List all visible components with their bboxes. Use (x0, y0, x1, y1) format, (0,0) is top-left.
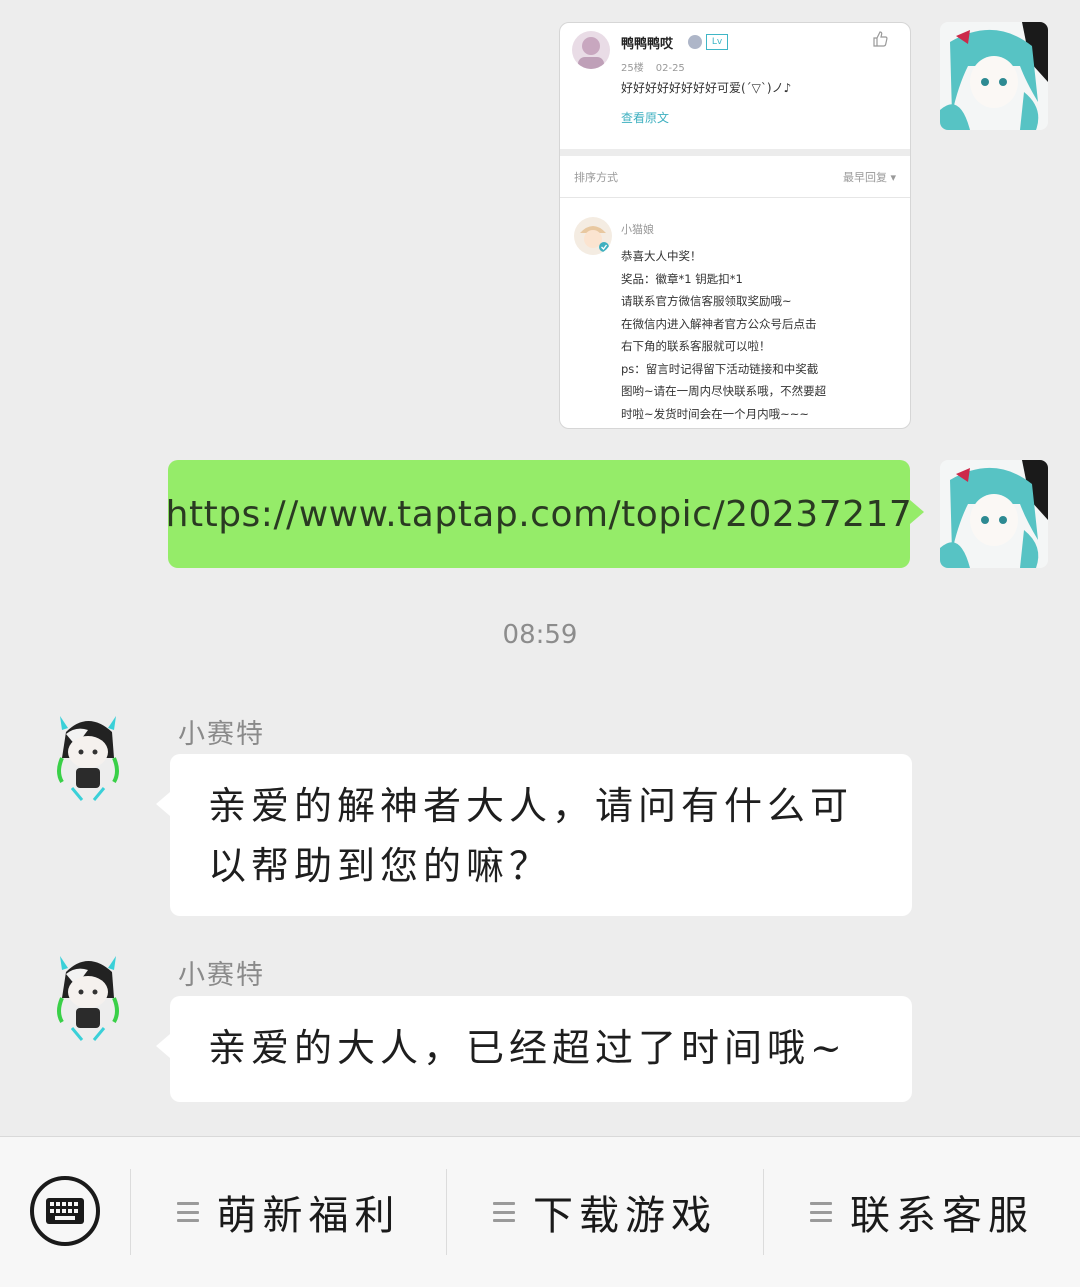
bot-avatar[interactable] (52, 712, 124, 802)
reply-body: 恭喜大人中奖！ 奖品：徽章*1 钥匙扣*1 请联系官方微信客服领取奖励哦~ 在微… (621, 245, 901, 425)
reply-line: 恭喜大人中奖！ (621, 249, 702, 263)
menu-item-newbie-welfare[interactable]: 萌新福利 (131, 1167, 446, 1257)
reply-line: 右下角的联系客服就可以啦！ (621, 339, 771, 353)
comment-text: 好好好好好好好好可爱(´▽`)ノ♪ (621, 81, 792, 95)
shared-screenshot-message[interactable]: 鸭鸭鸭哎 Lv 25楼 02-25 好好好好好好好好可爱(´▽`)ノ♪ 查看原文 … (559, 22, 911, 429)
commenter-name: 鸭鸭鸭哎 (621, 37, 674, 52)
self-avatar[interactable] (940, 22, 1048, 130)
bottom-menu-bar: 萌新福利 下载游戏 联系客服 (0, 1136, 1080, 1287)
self-avatar[interactable] (940, 460, 1048, 568)
reply-line: 时啦~发货时间会在一个月内哦~~~ (621, 406, 810, 421)
bot-avatar[interactable] (52, 952, 124, 1042)
menu-item-label: 下载游戏 (533, 1193, 717, 1239)
sender-name: 小赛特 (178, 960, 265, 991)
comment-meta: 25楼 02-25 (621, 59, 685, 74)
reply-line: ps：留言时记得留下活动链接和中奖截 (621, 361, 819, 376)
link-message-bubble[interactable]: https://www.taptap.com/topic/20237217 (166, 460, 924, 568)
menu-item-contact-support[interactable]: 联系客服 (764, 1167, 1080, 1257)
menu-list-icon (176, 1202, 199, 1222)
keyboard-icon (46, 1198, 84, 1224)
level-badge: Lv (706, 34, 728, 50)
menu-item-label: 联系客服 (850, 1193, 1034, 1239)
view-original-link: 查看原文 (621, 111, 670, 125)
commenter-avatar (572, 31, 610, 69)
keyboard-toggle-button[interactable] (30, 1176, 100, 1246)
menu-list-icon (493, 1202, 515, 1222)
replier-name: 小猫娘 (621, 223, 654, 236)
message-bubble[interactable]: 亲爱的解神者大人，请问有什么可以帮助到您的嘛？ (156, 754, 912, 916)
sort-value: 最早回复 ▾ (842, 171, 896, 184)
sender-name: 小赛特 (178, 719, 265, 750)
menu-item-download-game[interactable]: 下载游戏 (447, 1167, 763, 1257)
thumbs-up-icon (872, 31, 888, 47)
reply-line: 图哟~请在一周内尽快联系哦，不然要超 (621, 384, 827, 398)
reply-line: 请联系官方微信客服领取奖励哦~ (621, 294, 792, 308)
message-timestamp: 08:59 (502, 620, 578, 650)
menu-list-icon (810, 1202, 832, 1222)
reply-line: 在微信内进入解神者官方公众号后点击 (621, 316, 817, 331)
sort-label: 排序方式 (574, 171, 618, 184)
comment-date: 02-25 (655, 63, 685, 74)
replier-avatar (574, 217, 612, 255)
user-badge-icon (688, 35, 702, 49)
floor-number: 25楼 (621, 63, 644, 74)
message-bubble[interactable]: 亲爱的大人，已经超过了时间哦~ (156, 996, 912, 1102)
section-divider (560, 149, 910, 156)
menu-item-label: 萌新福利 (216, 1193, 401, 1239)
divider (560, 197, 910, 198)
reply-line: 奖品：徽章*1 钥匙扣*1 (621, 271, 743, 286)
